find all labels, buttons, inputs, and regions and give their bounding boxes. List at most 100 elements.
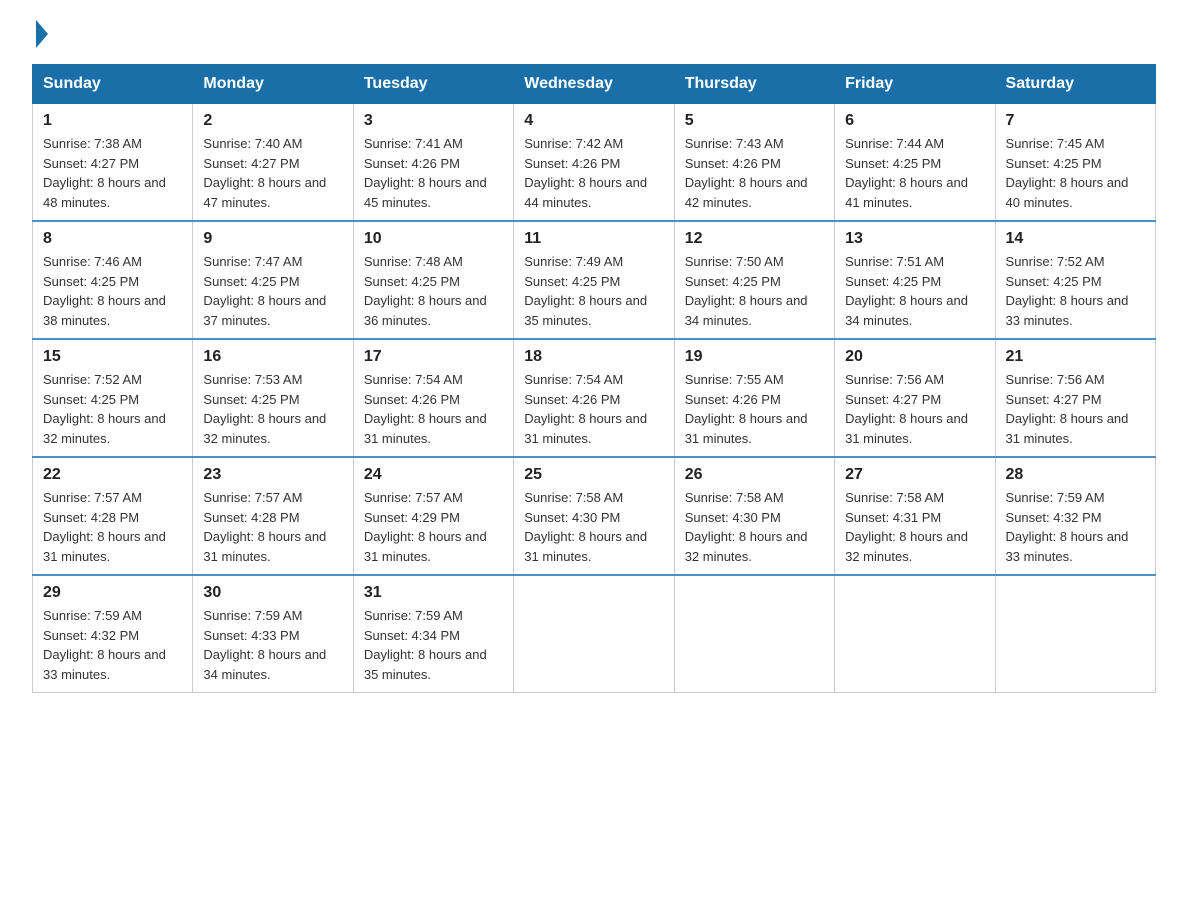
calendar-cell: 17 Sunrise: 7:54 AMSunset: 4:26 PMDayligh… <box>353 339 513 457</box>
calendar-cell: 2 Sunrise: 7:40 AMSunset: 4:27 PMDaylight… <box>193 104 353 222</box>
calendar-header-friday: Friday <box>835 65 995 104</box>
day-number: 16 <box>203 348 342 366</box>
day-number: 8 <box>43 230 182 248</box>
day-info: Sunrise: 7:41 AMSunset: 4:26 PMDaylight:… <box>364 134 503 212</box>
day-info: Sunrise: 7:42 AMSunset: 4:26 PMDaylight:… <box>524 134 663 212</box>
day-number: 10 <box>364 230 503 248</box>
logo-arrow-icon <box>36 20 48 48</box>
calendar-week-row: 29Sunrise: 7:59 AMSunset: 4:32 PMDayligh… <box>33 575 1156 693</box>
day-number: 12 <box>685 230 824 248</box>
calendar-header-row: SundayMondayTuesdayWednesdayThursdayFrid… <box>33 65 1156 104</box>
day-info: Sunrise: 7:57 AMSunset: 4:29 PMDaylight:… <box>364 488 503 566</box>
calendar-week-row: 22 Sunrise: 7:57 AMSunset: 4:28 PMDayligh… <box>33 457 1156 575</box>
day-info: Sunrise: 7:56 AMSunset: 4:27 PMDaylight:… <box>1006 370 1145 448</box>
calendar-header-saturday: Saturday <box>995 65 1155 104</box>
calendar-cell: 25Sunrise: 7:58 AMSunset: 4:30 PMDayligh… <box>514 457 674 575</box>
day-number: 21 <box>1006 348 1145 366</box>
calendar-cell: 1 Sunrise: 7:38 AMSunset: 4:27 PMDaylight… <box>33 104 193 222</box>
day-number: 19 <box>685 348 824 366</box>
calendar-cell: 22 Sunrise: 7:57 AMSunset: 4:28 PMDayligh… <box>33 457 193 575</box>
calendar-cell: 28 Sunrise: 7:59 AMSunset: 4:32 PMDayligh… <box>995 457 1155 575</box>
day-info: Sunrise: 7:54 AMSunset: 4:26 PMDaylight:… <box>364 370 503 448</box>
day-info: Sunrise: 7:59 AMSunset: 4:34 PMDaylight:… <box>364 606 503 684</box>
calendar-cell: 20 Sunrise: 7:56 AMSunset: 4:27 PMDayligh… <box>835 339 995 457</box>
day-number: 13 <box>845 230 984 248</box>
day-info: Sunrise: 7:38 AMSunset: 4:27 PMDaylight:… <box>43 134 182 212</box>
calendar-header-thursday: Thursday <box>674 65 834 104</box>
calendar-table: SundayMondayTuesdayWednesdayThursdayFrid… <box>32 64 1156 693</box>
day-info: Sunrise: 7:43 AMSunset: 4:26 PMDaylight:… <box>685 134 824 212</box>
calendar-cell: 9 Sunrise: 7:47 AMSunset: 4:25 PMDaylight… <box>193 221 353 339</box>
page-header <box>32 24 1156 44</box>
calendar-cell: 4 Sunrise: 7:42 AMSunset: 4:26 PMDaylight… <box>514 104 674 222</box>
calendar-header-tuesday: Tuesday <box>353 65 513 104</box>
calendar-cell: 26Sunrise: 7:58 AMSunset: 4:30 PMDayligh… <box>674 457 834 575</box>
calendar-header-sunday: Sunday <box>33 65 193 104</box>
calendar-cell <box>674 575 834 693</box>
day-number: 31 <box>364 584 503 602</box>
day-info: Sunrise: 7:49 AMSunset: 4:25 PMDaylight:… <box>524 252 663 330</box>
calendar-cell: 16Sunrise: 7:53 AMSunset: 4:25 PMDayligh… <box>193 339 353 457</box>
day-info: Sunrise: 7:51 AMSunset: 4:25 PMDaylight:… <box>845 252 984 330</box>
day-number: 23 <box>203 466 342 484</box>
calendar-cell <box>514 575 674 693</box>
calendar-cell: 18 Sunrise: 7:54 AMSunset: 4:26 PMDayligh… <box>514 339 674 457</box>
calendar-cell: 30Sunrise: 7:59 AMSunset: 4:33 PMDayligh… <box>193 575 353 693</box>
day-number: 18 <box>524 348 663 366</box>
day-number: 6 <box>845 112 984 130</box>
day-info: Sunrise: 7:47 AMSunset: 4:25 PMDaylight:… <box>203 252 342 330</box>
calendar-cell: 19Sunrise: 7:55 AMSunset: 4:26 PMDayligh… <box>674 339 834 457</box>
day-number: 22 <box>43 466 182 484</box>
day-info: Sunrise: 7:54 AMSunset: 4:26 PMDaylight:… <box>524 370 663 448</box>
day-number: 20 <box>845 348 984 366</box>
day-number: 25 <box>524 466 663 484</box>
calendar-cell <box>835 575 995 693</box>
day-number: 4 <box>524 112 663 130</box>
calendar-cell: 14 Sunrise: 7:52 AMSunset: 4:25 PMDayligh… <box>995 221 1155 339</box>
day-number: 24 <box>364 466 503 484</box>
calendar-cell <box>995 575 1155 693</box>
calendar-week-row: 15 Sunrise: 7:52 AMSunset: 4:25 PMDayligh… <box>33 339 1156 457</box>
day-info: Sunrise: 7:59 AMSunset: 4:32 PMDaylight:… <box>43 606 182 684</box>
day-info: Sunrise: 7:44 AMSunset: 4:25 PMDaylight:… <box>845 134 984 212</box>
calendar-cell: 7Sunrise: 7:45 AMSunset: 4:25 PMDaylight… <box>995 104 1155 222</box>
day-info: Sunrise: 7:48 AMSunset: 4:25 PMDaylight:… <box>364 252 503 330</box>
day-info: Sunrise: 7:52 AMSunset: 4:25 PMDaylight:… <box>43 370 182 448</box>
day-number: 5 <box>685 112 824 130</box>
day-number: 2 <box>203 112 342 130</box>
day-number: 28 <box>1006 466 1145 484</box>
day-info: Sunrise: 7:57 AMSunset: 4:28 PMDaylight:… <box>43 488 182 566</box>
calendar-week-row: 1 Sunrise: 7:38 AMSunset: 4:27 PMDaylight… <box>33 104 1156 222</box>
day-info: Sunrise: 7:59 AMSunset: 4:33 PMDaylight:… <box>203 606 342 684</box>
calendar-cell: 8 Sunrise: 7:46 AMSunset: 4:25 PMDaylight… <box>33 221 193 339</box>
calendar-cell: 5 Sunrise: 7:43 AMSunset: 4:26 PMDaylight… <box>674 104 834 222</box>
day-info: Sunrise: 7:58 AMSunset: 4:31 PMDaylight:… <box>845 488 984 566</box>
day-info: Sunrise: 7:45 AMSunset: 4:25 PMDaylight:… <box>1006 134 1145 212</box>
calendar-cell: 6 Sunrise: 7:44 AMSunset: 4:25 PMDaylight… <box>835 104 995 222</box>
day-info: Sunrise: 7:46 AMSunset: 4:25 PMDaylight:… <box>43 252 182 330</box>
logo <box>32 24 48 44</box>
calendar-cell: 29Sunrise: 7:59 AMSunset: 4:32 PMDayligh… <box>33 575 193 693</box>
day-number: 11 <box>524 230 663 248</box>
day-number: 14 <box>1006 230 1145 248</box>
day-info: Sunrise: 7:52 AMSunset: 4:25 PMDaylight:… <box>1006 252 1145 330</box>
day-number: 17 <box>364 348 503 366</box>
calendar-header-monday: Monday <box>193 65 353 104</box>
calendar-cell: 31 Sunrise: 7:59 AMSunset: 4:34 PMDayligh… <box>353 575 513 693</box>
day-info: Sunrise: 7:59 AMSunset: 4:32 PMDaylight:… <box>1006 488 1145 566</box>
day-number: 26 <box>685 466 824 484</box>
calendar-cell: 3 Sunrise: 7:41 AMSunset: 4:26 PMDaylight… <box>353 104 513 222</box>
day-number: 27 <box>845 466 984 484</box>
calendar-week-row: 8 Sunrise: 7:46 AMSunset: 4:25 PMDaylight… <box>33 221 1156 339</box>
day-info: Sunrise: 7:56 AMSunset: 4:27 PMDaylight:… <box>845 370 984 448</box>
day-info: Sunrise: 7:40 AMSunset: 4:27 PMDaylight:… <box>203 134 342 212</box>
day-number: 1 <box>43 112 182 130</box>
day-number: 9 <box>203 230 342 248</box>
day-number: 15 <box>43 348 182 366</box>
calendar-cell: 11 Sunrise: 7:49 AMSunset: 4:25 PMDayligh… <box>514 221 674 339</box>
calendar-cell: 15 Sunrise: 7:52 AMSunset: 4:25 PMDayligh… <box>33 339 193 457</box>
day-number: 3 <box>364 112 503 130</box>
calendar-cell: 24 Sunrise: 7:57 AMSunset: 4:29 PMDayligh… <box>353 457 513 575</box>
calendar-cell: 12Sunrise: 7:50 AMSunset: 4:25 PMDayligh… <box>674 221 834 339</box>
calendar-cell: 10 Sunrise: 7:48 AMSunset: 4:25 PMDayligh… <box>353 221 513 339</box>
